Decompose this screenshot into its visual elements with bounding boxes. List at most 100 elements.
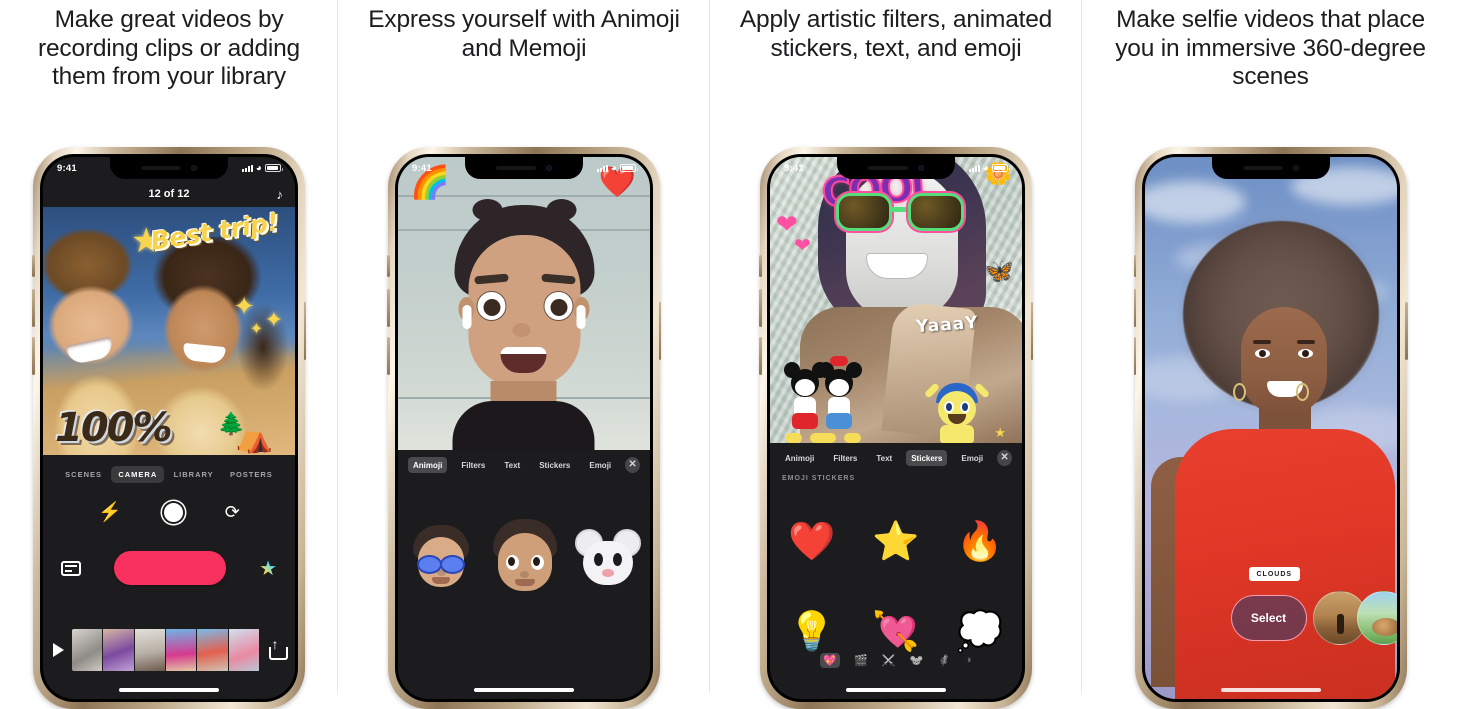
starwars-category-icon[interactable]: ⚔️	[882, 654, 896, 667]
pink-heart-sticker-2: ❤	[794, 235, 811, 257]
status-indicators: ◕	[596, 163, 638, 174]
toolbar-tab-animoji[interactable]: Animoji	[408, 457, 448, 473]
hundred-percent-sticker: 100%	[55, 405, 173, 451]
toolbar-tab-stickers[interactable]: Stickers	[534, 457, 575, 473]
play-icon[interactable]	[53, 643, 64, 657]
star-sticker[interactable]: ⭐	[872, 523, 919, 561]
power-button[interactable]	[1405, 302, 1408, 360]
pixar-category-icon[interactable]: 🎬	[854, 654, 868, 667]
battery-icon	[620, 164, 638, 172]
marvel-category-icon[interactable]: 🦸	[937, 654, 951, 667]
clip-thumbnails[interactable]	[72, 629, 260, 671]
power-button[interactable]	[303, 302, 306, 360]
mute-switch[interactable]	[32, 255, 35, 277]
caption-icon[interactable]	[61, 560, 81, 576]
panel-4-caption: Make selfie videos that place you in imm…	[1115, 6, 1426, 90]
subject-shirt	[1174, 429, 1395, 699]
wifi-icon: ◕	[982, 162, 989, 174]
toolbar-tab-filters[interactable]: Filters	[456, 457, 490, 473]
toolbar-tab-text[interactable]: Text	[499, 457, 525, 473]
feature-panel-1: Make great videos by recording clips or …	[0, 0, 338, 709]
emoji-category-icon[interactable]: 💖	[820, 652, 841, 668]
hearts-arrow-sticker[interactable]: 💘	[872, 613, 919, 651]
scene-name-label: CLOUDS	[1248, 567, 1301, 581]
clip-thumb	[103, 629, 135, 671]
airpod-right-icon	[576, 305, 586, 329]
phone-mockup-3: COOL 🌼 ❤ ❤ 🦋 YaaaY ★ 9:41 ◕ Animoji Filt…	[759, 147, 1033, 709]
close-icon[interactable]: ✕	[625, 457, 640, 473]
select-button[interactable]: Select	[1230, 595, 1307, 641]
toolbar-tab-emoji[interactable]: Emoji	[584, 457, 616, 473]
toolbar-tab-text[interactable]: Text	[871, 450, 897, 466]
filtered-photo-preview[interactable]: COOL 🌼 ❤ ❤ 🦋 YaaaY ★	[770, 157, 1022, 443]
tab-posters[interactable]: POSTERS	[223, 466, 280, 483]
fire-sticker[interactable]: 🔥	[956, 523, 1003, 561]
volume-up-button[interactable]	[387, 289, 390, 327]
home-indicator[interactable]	[474, 688, 574, 692]
small-star-sticker: ★	[994, 425, 1006, 440]
home-indicator[interactable]	[119, 688, 219, 692]
phone-bezel: 🌈 ❤️ 9:41 ◕ Animoji Filters Text Sticker…	[395, 154, 653, 702]
toolbar-tab-emoji[interactable]: Emoji	[956, 450, 988, 466]
cellular-signal-icon	[241, 164, 253, 172]
earring-left	[1232, 383, 1246, 401]
mickey-mouse-sticker	[784, 362, 828, 443]
lightbulb-sticker[interactable]: 💡	[788, 613, 835, 651]
memoji-preview[interactable]: 🌈 ❤️	[398, 157, 650, 450]
flash-icon[interactable]: ⚡	[98, 500, 122, 524]
power-button[interactable]	[658, 302, 661, 360]
music-note-icon[interactable]: ♪	[277, 187, 284, 202]
video-preview[interactable]: ★ Best trip! ✦ ✦ ✦ 100% 🌲 ⛺	[43, 207, 295, 455]
app-promo-screenshot: Make great videos by recording clips or …	[0, 0, 1459, 709]
clip-thumb	[165, 629, 198, 671]
effects-star-icon[interactable]: ★	[259, 556, 277, 581]
minnie-mouse-sticker	[818, 356, 862, 443]
disney-category-icon[interactable]: 🐭	[910, 654, 924, 667]
record-row: ★	[43, 545, 295, 591]
status-bar: 9:41 ◕	[398, 157, 650, 179]
volume-up-button[interactable]	[1133, 289, 1136, 327]
heart-sticker[interactable]: ❤️	[788, 523, 835, 561]
sparkle-sticker-2: ✦	[264, 307, 283, 332]
volume-down-button[interactable]	[32, 337, 35, 375]
panel-divider	[1081, 0, 1082, 709]
home-indicator[interactable]	[846, 688, 946, 692]
feature-panel-3: Apply artistic filters, animated sticker…	[710, 0, 1082, 709]
shapes-category-icon[interactable]: ◑	[965, 654, 972, 666]
animoji-option-mouse[interactable]	[575, 529, 641, 585]
toolbar-tab-stickers[interactable]: Stickers	[906, 450, 948, 466]
tent-sticker: ⛺	[235, 421, 273, 454]
mute-switch[interactable]	[387, 255, 390, 277]
phone-mockup-1: 9:41 ◕ 12 of 12 ♪ ★ Best trip! ✦ ✦ ✦ 100…	[32, 147, 306, 709]
thought-cloud-sticker[interactable]: 💭	[956, 613, 1003, 651]
subject-face	[1240, 307, 1327, 415]
memoji-option-airpods[interactable]	[487, 519, 563, 595]
tab-scenes[interactable]: SCENES	[58, 466, 109, 483]
mute-switch[interactable]	[1133, 255, 1136, 277]
toolbar-tab-filters[interactable]: Filters	[828, 450, 862, 466]
clip-thumb	[197, 629, 229, 671]
memoji-picker	[398, 512, 650, 602]
volume-down-button[interactable]	[1133, 337, 1136, 375]
shutter-icon[interactable]	[163, 502, 183, 522]
volume-down-button[interactable]	[759, 337, 762, 375]
volume-up-button[interactable]	[32, 289, 35, 327]
cloud-shape	[1144, 181, 1245, 223]
status-indicators: ◕	[241, 163, 283, 174]
home-indicator[interactable]	[1220, 688, 1321, 692]
power-button[interactable]	[1030, 302, 1033, 360]
selfie-scene-preview[interactable]: CLOUDS Select	[1144, 157, 1397, 699]
toolbar-tab-animoji[interactable]: Animoji	[780, 450, 819, 466]
mute-switch[interactable]	[759, 255, 762, 277]
volume-down-button[interactable]	[387, 337, 390, 375]
record-button[interactable]	[114, 551, 227, 585]
tab-library[interactable]: LIBRARY	[167, 466, 221, 483]
close-icon[interactable]: ✕	[997, 450, 1012, 466]
phone-screen-3: COOL 🌼 ❤ ❤ 🦋 YaaaY ★ 9:41 ◕ Animoji Filt…	[770, 157, 1022, 699]
tab-camera[interactable]: CAMERA	[111, 465, 165, 483]
phone-screen-1: 9:41 ◕ 12 of 12 ♪ ★ Best trip! ✦ ✦ ✦ 100…	[43, 157, 295, 699]
flip-camera-icon[interactable]: ⟳	[225, 502, 240, 523]
share-icon[interactable]	[268, 636, 288, 660]
volume-up-button[interactable]	[759, 289, 762, 327]
memoji-option-sunglasses[interactable]	[409, 525, 473, 589]
